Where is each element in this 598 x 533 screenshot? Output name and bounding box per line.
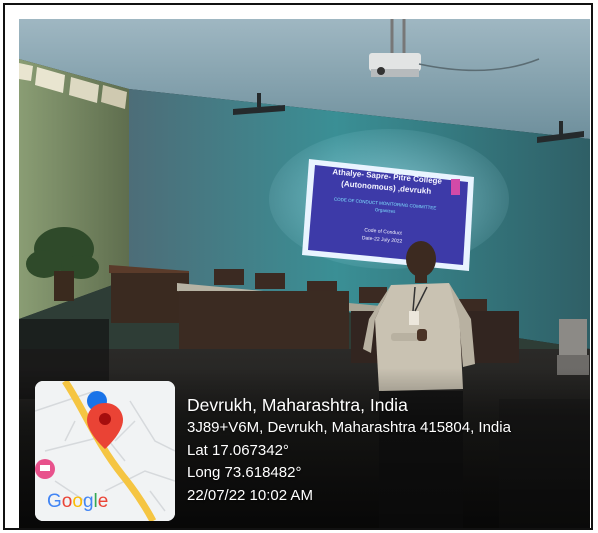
google-logo: Google — [47, 491, 109, 512]
geotag-info: Devrukh, Maharashtra, India 3J89+V6M, De… — [187, 393, 511, 507]
geotag-datetime: 22/07/22 10:02 AM — [187, 486, 313, 504]
geotag-address: 3J89+V6M, Devrukh, Maharashtra 415804, I… — [187, 419, 511, 436]
classroom-photo: Athalye- Sapre- Pitre College (Autonomou… — [19, 19, 590, 528]
geotag-latitude: Lat 17.067342° — [187, 441, 289, 459]
projector-screen: Athalye- Sapre- Pitre College (Autonomou… — [302, 159, 474, 271]
geotag-city: Devrukh, Maharashtra, India — [187, 395, 408, 415]
map-thumbnail: Google — [35, 381, 175, 521]
chair-right — [557, 319, 589, 375]
hotel-marker-icon — [35, 459, 55, 479]
geotag-longitude: Long 73.618482° — [187, 464, 302, 481]
